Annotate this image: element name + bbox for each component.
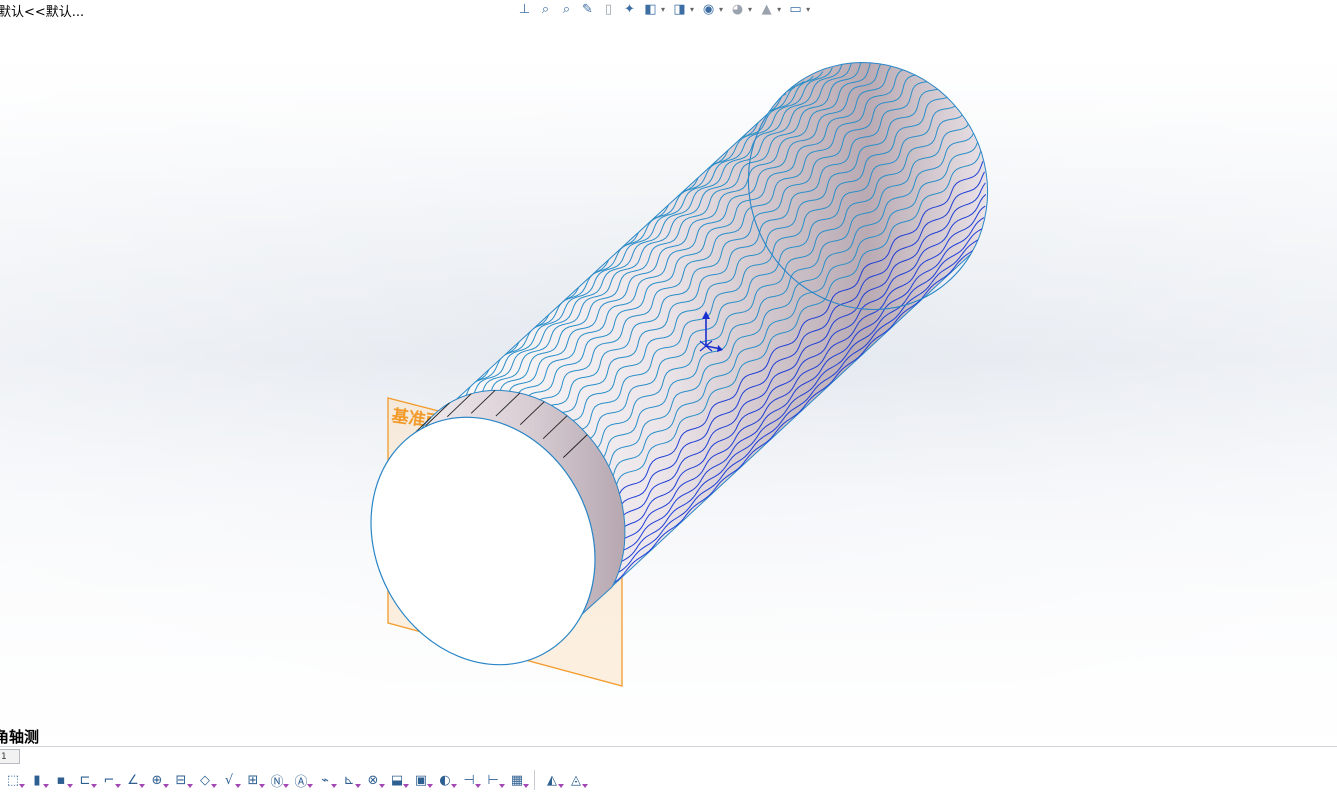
spell-checker-icon[interactable]: ∠	[124, 771, 145, 789]
weld-symbol-icon[interactable]: ⊞	[244, 771, 265, 789]
auto-balloon-icon[interactable]: ◇	[196, 771, 217, 789]
dynamic-annotation-icon[interactable]: ✦	[621, 1, 638, 18]
dropdown-caret-icon[interactable]: ▾	[777, 5, 781, 14]
annotation-view-icon[interactable]: ◭	[543, 771, 564, 789]
dropdown-caret-icon[interactable]: ▾	[719, 5, 723, 14]
zoom-to-area-icon[interactable]: ⌕	[558, 1, 575, 18]
model-tab[interactable]: 1	[0, 749, 20, 764]
bottom-toolbar-area: 1 ⬚ ▮ ▪ ⊏ ⌐ ∠ ⊕ ⊟ ◇ √ ⊞ Ⓝ Ⓐ ⌁ ⊾ ⊗ ⬓ ▣ ◐ ⊣ ⊢ ▦ ◭ ◬	[0, 746, 1337, 793]
graphics-area[interactable]: 基准面1 默认<<默认... ⊥ ⌕ ⌕ ✎ ▯ ✦ ◧ ▾ ◨ ▾ ◉ ▾ ◕ ▾ ▲ ▾ ▭ ▾ 角轴测	[0, 0, 1337, 746]
smart-dimension-icon[interactable]: ⬚	[4, 771, 25, 789]
geometric-tolerance-icon[interactable]: Ⓐ	[292, 771, 313, 790]
heads-up-view-toolbar: ⊥ ⌕ ⌕ ✎ ▯ ✦ ◧ ▾ ◨ ▾ ◉ ▾ ◕ ▾ ▲ ▾ ▭ ▾	[516, 0, 812, 18]
balloon-icon[interactable]: ⊟	[172, 771, 193, 789]
hide-show-items-icon[interactable]: ◉	[700, 1, 717, 18]
dropdown-caret-icon[interactable]: ▾	[748, 5, 752, 14]
model-items-icon[interactable]: ▮	[28, 771, 49, 789]
section-view-icon[interactable]: ▯	[600, 1, 617, 18]
dropdown-caret-icon[interactable]: ▾	[806, 5, 810, 14]
surface-finish-icon[interactable]: √	[220, 771, 241, 789]
centerline-icon[interactable]: ⬓	[388, 771, 409, 789]
zoom-to-fit-icon[interactable]: ⌕	[537, 1, 554, 18]
view-settings-icon[interactable]: ▭	[787, 1, 804, 18]
view-orientation-dropdown-icon[interactable]: ◧	[642, 1, 659, 18]
note-icon[interactable]: ▪	[52, 771, 73, 789]
apply-scene-icon[interactable]: ▲	[758, 1, 775, 18]
cylinder-model[interactable]: 基准面1	[0, 0, 1337, 746]
center-mark-icon[interactable]: ⊗	[364, 771, 385, 789]
dropdown-caret-icon[interactable]: ▾	[661, 5, 665, 14]
table-icon[interactable]: ▦	[508, 771, 529, 789]
dropdown-caret-icon[interactable]: ▾	[690, 5, 694, 14]
annotation-settings-icon[interactable]: ◬	[567, 771, 588, 789]
revision-symbol-icon[interactable]: ⊣	[460, 771, 481, 789]
datum-icon[interactable]: ⌐	[100, 771, 121, 789]
toolbar-separator	[534, 770, 535, 790]
previous-view-icon[interactable]: ✎	[579, 1, 596, 18]
format-painter-icon[interactable]: ⊕	[148, 771, 169, 789]
annotation-toolbar: ⬚ ▮ ▪ ⊏ ⌐ ∠ ⊕ ⊟ ◇ √ ⊞ Ⓝ Ⓐ ⌁ ⊾ ⊗ ⬓ ▣ ◐ ⊣ ⊢ ▦ ◭ ◬	[0, 769, 588, 791]
block-icon[interactable]: ◐	[436, 771, 457, 789]
view-orientation-icon[interactable]: ⊥	[516, 1, 533, 18]
magnetic-line-icon[interactable]: ⊢	[484, 771, 505, 789]
area-hatch-icon[interactable]: ▣	[412, 771, 433, 789]
datum-feature-icon[interactable]: ⌁	[316, 771, 337, 789]
edit-appearance-icon[interactable]: ◕	[729, 1, 746, 18]
linear-pattern-icon[interactable]: ⊏	[76, 771, 97, 789]
view-orientation-label: 角轴测	[0, 728, 40, 746]
display-style-icon[interactable]: ◨	[671, 1, 688, 18]
datum-target-icon[interactable]: ⊾	[340, 771, 361, 789]
hole-callout-icon[interactable]: Ⓝ	[268, 771, 289, 790]
configuration-label: 默认<<默认...	[0, 5, 85, 20]
